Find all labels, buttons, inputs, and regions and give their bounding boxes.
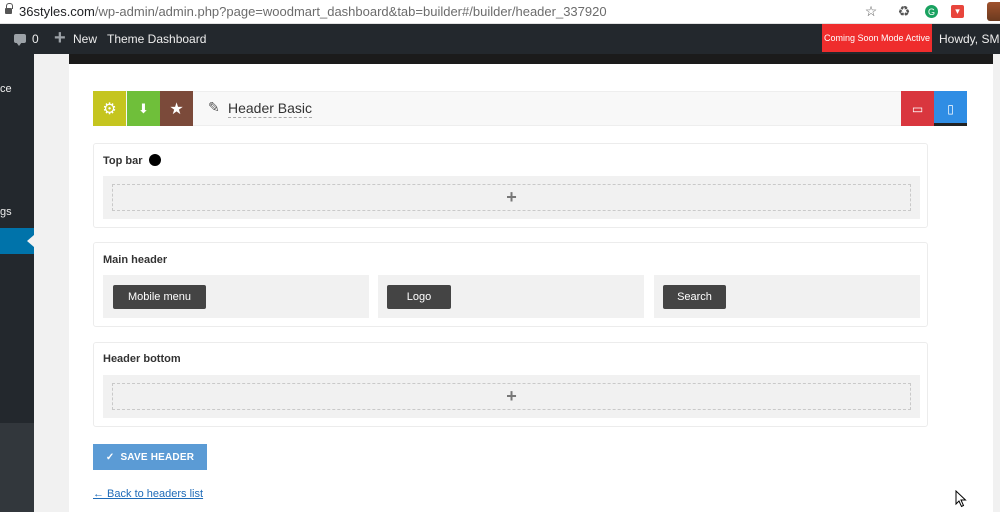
- gear-icon: ⚙: [102, 100, 117, 118]
- logo-element[interactable]: Logo: [387, 285, 451, 309]
- back-to-headers-link[interactable]: ← Back to headers list: [93, 488, 203, 500]
- check-icon: ✓: [105, 451, 115, 463]
- howdy-user-menu[interactable]: Howdy, SMK: [939, 24, 1000, 54]
- header-bottom-dropzone[interactable]: +: [103, 375, 920, 418]
- theme-dashboard-link[interactable]: Theme Dashboard: [107, 24, 206, 54]
- pencil-icon: ✎: [208, 99, 220, 115]
- recycle-icon[interactable]: ♻: [896, 3, 912, 19]
- add-element-button[interactable]: +: [112, 383, 911, 410]
- address-url[interactable]: 36styles.com/wp-admin/admin.php?page=woo…: [19, 4, 607, 19]
- url-host: 36styles.com: [19, 4, 95, 19]
- section-main-header: Main header Mobile menu Logo Search: [93, 242, 928, 327]
- desktop-view-button[interactable]: ▭: [901, 91, 934, 126]
- coming-soon-badge[interactable]: Coming Soon Mode Active: [822, 24, 932, 52]
- profile-avatar[interactable]: [987, 2, 1000, 21]
- sidebar-item-fragment[interactable]: gs: [0, 206, 12, 218]
- pocket-icon[interactable]: ▾: [951, 5, 964, 18]
- comments-icon[interactable]: [14, 34, 26, 46]
- browser-address-bar: 36styles.com/wp-admin/admin.php?page=woo…: [0, 0, 1000, 24]
- main-header-left-column[interactable]: Mobile menu: [103, 275, 369, 318]
- comments-count[interactable]: 0: [32, 24, 39, 54]
- section-title: Main header: [103, 254, 168, 266]
- new-menu[interactable]: New: [73, 24, 97, 54]
- search-element[interactable]: Search: [663, 285, 726, 309]
- mobile-view-button[interactable]: ▯: [934, 91, 967, 126]
- import-icon: ⬇: [138, 100, 149, 116]
- desktop-icon: ▭: [911, 101, 924, 116]
- section-top-bar: Top bar +: [93, 143, 928, 228]
- mobile-menu-element[interactable]: Mobile menu: [113, 285, 206, 309]
- plus-icon[interactable]: +: [54, 24, 66, 54]
- sidebar-lower-area: [0, 423, 34, 512]
- top-bar-dropzone[interactable]: +: [103, 176, 920, 219]
- star-icon[interactable]: ☆: [863, 3, 879, 19]
- section-title: Top bar: [103, 155, 143, 167]
- sidebar-active-item[interactable]: [0, 228, 34, 254]
- main-header-right-column[interactable]: Search: [654, 275, 920, 318]
- active-device-indicator: [934, 123, 967, 126]
- grammarly-icon[interactable]: G: [925, 5, 938, 18]
- cursor-dot: [149, 154, 161, 166]
- wp-admin-bar: 0 + New Theme Dashboard Coming Soon Mode…: [0, 24, 1000, 54]
- header-name-title[interactable]: Header Basic: [228, 100, 313, 118]
- main-header-center-column[interactable]: Logo: [378, 275, 644, 318]
- section-header-bottom: Header bottom +: [93, 342, 928, 427]
- mouse-cursor-icon: [955, 490, 967, 508]
- mobile-icon: ▯: [947, 101, 954, 116]
- settings-gear-button[interactable]: ⚙: [93, 91, 126, 126]
- save-header-button[interactable]: ✓ SAVE HEADER: [93, 444, 207, 470]
- save-header-label: SAVE HEADER: [120, 451, 195, 463]
- favorite-button[interactable]: ★: [160, 91, 193, 126]
- lock-icon: [5, 3, 13, 15]
- panel-top-strip: [69, 54, 993, 64]
- star-icon: ★: [169, 100, 184, 118]
- url-path: /wp-admin/admin.php?page=woodmart_dashbo…: [94, 4, 607, 19]
- import-button[interactable]: ⬇: [127, 91, 160, 126]
- admin-sidebar: ce gs: [0, 54, 34, 512]
- add-element-button[interactable]: +: [112, 184, 911, 211]
- builder-toolbar: [93, 91, 967, 126]
- sidebar-item-fragment[interactable]: ce: [0, 83, 12, 95]
- section-title: Header bottom: [103, 353, 181, 365]
